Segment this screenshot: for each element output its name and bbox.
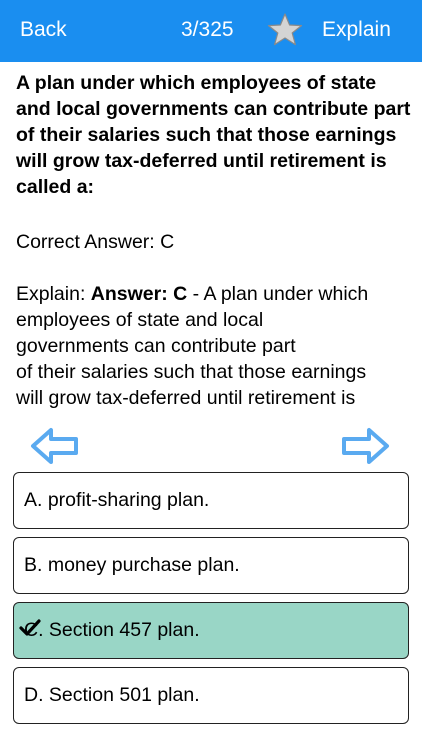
arrow-right-icon[interactable] — [340, 426, 390, 466]
explain-prefix: Explain: — [16, 283, 91, 305]
arrow-left-icon[interactable] — [30, 426, 80, 466]
option-a-label: A. profit-sharing plan. — [24, 489, 210, 511]
explain-answer-label: Answer: C — [90, 283, 188, 305]
nav-bar: Back 3/325 Explain — [0, 0, 422, 62]
option-b-label: B. money purchase plan. — [24, 554, 240, 576]
option-d-button[interactable]: D. Section 501 plan. — [13, 667, 409, 724]
option-b-button[interactable]: B. money purchase plan. — [13, 537, 409, 594]
explain-line-1: - A plan under which — [187, 283, 369, 305]
star-icon[interactable] — [267, 12, 303, 48]
explain-line-4: of their salaries such that those earnin… — [16, 361, 367, 383]
option-d-label: D. Section 501 plan. — [24, 684, 200, 706]
question-counter: 3/325 — [181, 18, 234, 41]
checkmark-icon — [19, 619, 41, 636]
explain-line-5: will grow tax-deferred until retirement … — [16, 387, 356, 409]
option-c-label: C. Section 457 plan. — [24, 619, 200, 641]
back-button[interactable]: Back — [20, 18, 67, 42]
correct-answer-text: Correct Answer: C — [16, 231, 175, 253]
option-c-button[interactable]: C. Section 457 plan. — [13, 602, 409, 659]
explanation-text: Explain: Answer: C - A plan under which … — [16, 281, 412, 411]
explain-line-3: governments can contribute part — [16, 335, 296, 357]
option-a-button[interactable]: A. profit-sharing plan. — [13, 472, 409, 529]
question-text: A plan under which employees of state an… — [16, 72, 411, 198]
explain-button[interactable]: Explain — [322, 18, 391, 42]
explain-line-2: employees of state and local — [16, 309, 264, 331]
